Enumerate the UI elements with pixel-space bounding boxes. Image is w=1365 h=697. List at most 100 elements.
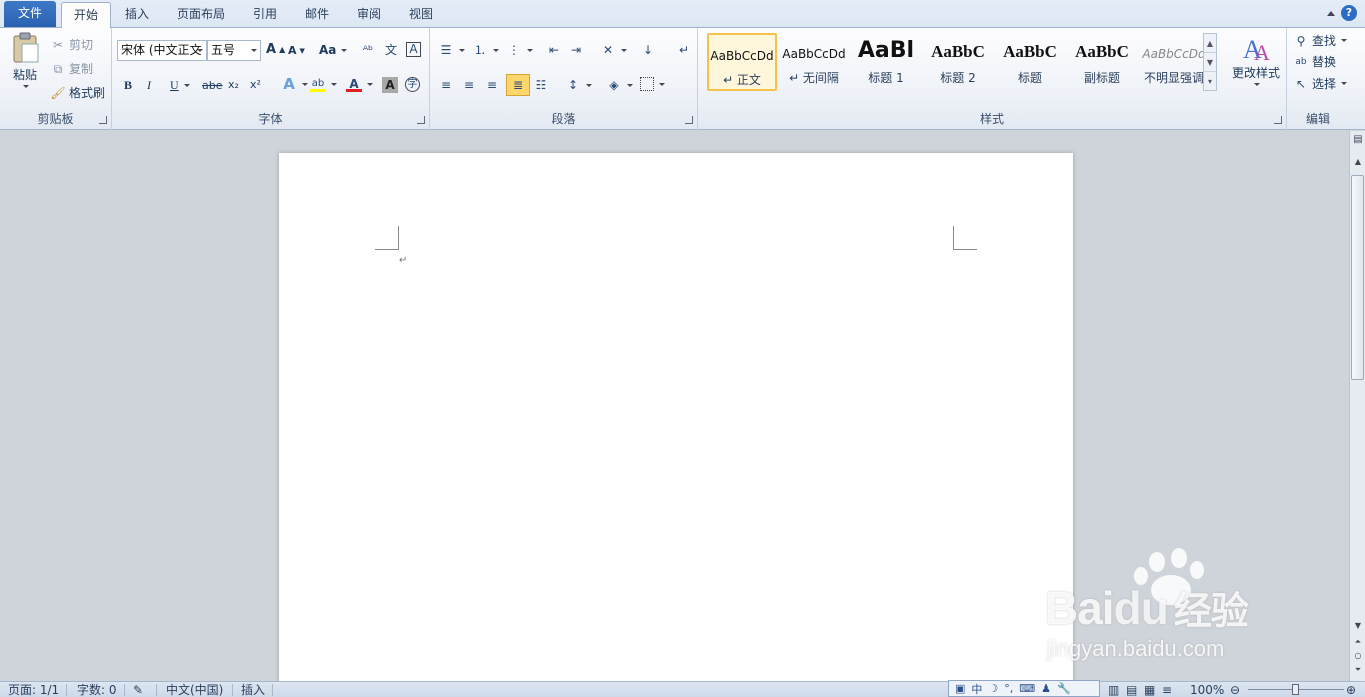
ime-logo-icon[interactable]: ▣	[955, 682, 965, 695]
help-icon[interactable]: ?	[1341, 5, 1357, 21]
style-heading-1[interactable]: AaBl 标题 1	[851, 33, 921, 91]
status-language[interactable]: 中文(中国)	[166, 683, 223, 697]
clear-formatting-button[interactable]: ᴬᵇ	[360, 42, 376, 58]
status-page[interactable]: 页面: 1/1	[8, 683, 59, 697]
superscript-button[interactable]: x²	[250, 78, 261, 91]
scroll-up-icon[interactable]: ▲	[1351, 155, 1365, 169]
strikethrough-button[interactable]: abe	[202, 79, 223, 92]
ime-user-icon[interactable]: ♟	[1041, 682, 1051, 695]
zoom-out-icon[interactable]: ⊖	[1230, 683, 1240, 697]
ime-settings-icon[interactable]: 🔧	[1057, 682, 1071, 695]
select-button[interactable]: ↖ 选择	[1293, 75, 1348, 92]
view-draft-icon[interactable]: ≡	[1162, 683, 1172, 697]
decrease-indent-button[interactable]: ⇤	[546, 42, 562, 58]
ime-punctuation-icon[interactable]: °,	[1004, 682, 1013, 695]
styles-launcher-icon[interactable]	[1274, 116, 1282, 124]
increase-indent-button[interactable]: ⇥	[568, 42, 584, 58]
align-right-button[interactable]: ≡	[484, 77, 500, 93]
style-normal[interactable]: AaBbCcDd ↵ 正文	[707, 33, 777, 91]
font-color-button[interactable]: A	[346, 76, 373, 92]
change-case-button[interactable]: Aa	[319, 43, 348, 57]
gallery-down-icon[interactable]: ▼	[1204, 53, 1216, 72]
line-spacing-button[interactable]: ↕	[565, 77, 592, 93]
character-shading-button[interactable]: A	[382, 77, 398, 93]
style-title[interactable]: AaBbC 标题	[995, 33, 1065, 91]
ruler-toggle-icon[interactable]: ▤	[1351, 133, 1365, 147]
grow-font-button[interactable]: A ▲	[266, 42, 285, 57]
find-button[interactable]: ⚲ 查找	[1293, 32, 1348, 49]
tab-view[interactable]: 视图	[397, 2, 445, 28]
style-no-spacing[interactable]: AaBbCcDd ↵ 无间隔	[779, 33, 849, 91]
browse-object-icon[interactable]: ○	[1351, 649, 1365, 663]
previous-page-icon[interactable]: ⏶	[1351, 635, 1365, 649]
document-page[interactable]: ↵	[279, 153, 1073, 681]
underline-button[interactable]: U	[170, 78, 190, 93]
sort-button[interactable]: ↓	[640, 42, 656, 58]
borders-button[interactable]	[640, 77, 665, 91]
bold-button[interactable]: B	[124, 78, 132, 93]
ime-halfwidth-icon[interactable]: ☽	[988, 682, 998, 695]
document-area[interactable]: ↵	[0, 131, 1349, 681]
multilevel-list-button[interactable]: ⋮	[506, 42, 533, 58]
character-border-button[interactable]: A	[406, 42, 421, 57]
font-launcher-icon[interactable]	[417, 116, 425, 124]
tab-references[interactable]: 引用	[241, 2, 289, 28]
numbering-button[interactable]: ⒈	[472, 42, 499, 58]
scroll-down-icon[interactable]: ▼	[1351, 619, 1365, 633]
scroll-thumb[interactable]	[1351, 175, 1364, 380]
tab-mailings[interactable]: 邮件	[293, 2, 341, 28]
italic-button[interactable]: I	[147, 78, 151, 93]
view-print-layout-icon[interactable]: ▥	[1108, 683, 1119, 697]
minimize-ribbon-icon[interactable]	[1327, 10, 1335, 16]
chinese-layout-button[interactable]: ✕	[600, 42, 627, 58]
distributed-button[interactable]: ☷	[533, 77, 549, 93]
phonetic-guide-button[interactable]: 文	[383, 42, 399, 58]
enclose-characters-button[interactable]: 字	[405, 77, 420, 92]
paragraph-launcher-icon[interactable]	[685, 116, 693, 124]
next-page-icon[interactable]: ⏷	[1351, 663, 1365, 677]
zoom-in-icon[interactable]: ⊕	[1346, 683, 1356, 697]
view-web-layout-icon[interactable]: ▦	[1144, 683, 1155, 697]
cut-button[interactable]: ✂ 剪切	[50, 36, 93, 53]
group-label-editing: 编辑	[1305, 112, 1330, 126]
tab-page-layout[interactable]: 页面布局	[165, 2, 237, 28]
tab-insert[interactable]: 插入	[113, 2, 161, 28]
shading-button[interactable]: ◈	[606, 77, 633, 93]
gallery-more-icon[interactable]: ▾	[1204, 72, 1216, 91]
tab-home[interactable]: 开始	[61, 2, 112, 29]
align-left-button[interactable]: ≡	[438, 77, 454, 93]
view-full-screen-icon[interactable]: ▤	[1126, 683, 1137, 697]
sort-icon: ↓	[642, 43, 654, 57]
bullets-button[interactable]: ☰	[438, 42, 465, 58]
tab-review[interactable]: 审阅	[345, 2, 393, 28]
highlight-button[interactable]: ab	[310, 76, 337, 92]
font-name-select[interactable]: 宋体 (中文正文	[117, 40, 207, 61]
gallery-up-icon[interactable]: ▲	[1204, 34, 1216, 53]
status-insert-mode[interactable]: 插入	[241, 683, 265, 697]
proofing-icon[interactable]: ✎	[133, 683, 143, 697]
show-marks-button[interactable]: ↵	[676, 42, 692, 58]
subscript-button[interactable]: x₂	[228, 78, 239, 91]
tab-file[interactable]: 文件	[4, 1, 56, 27]
shrink-font-button[interactable]: A ▼	[288, 44, 305, 57]
style-heading-2[interactable]: AaBbC 标题 2	[923, 33, 993, 91]
ime-keyboard-icon[interactable]: ⌨	[1019, 682, 1035, 695]
font-size-select[interactable]: 五号	[207, 40, 261, 61]
style-subtle-emphasis[interactable]: AaBbCcDd 不明显强调	[1139, 33, 1209, 91]
ime-mode-toggle[interactable]: 中	[971, 681, 982, 697]
change-styles-button[interactable]: A A 更改样式	[1228, 34, 1284, 86]
copy-button[interactable]: ⧉ 复制	[50, 60, 93, 77]
justify-button[interactable]: ≣	[506, 74, 530, 96]
replace-button[interactable]: ab 替换	[1293, 53, 1336, 70]
zoom-slider-thumb[interactable]	[1292, 684, 1299, 695]
align-center-button[interactable]: ≡	[461, 77, 477, 93]
format-painter-button[interactable]: 🖌 格式刷	[50, 84, 105, 101]
vertical-scrollbar[interactable]: ▤ ▲ ▼ ⏶ ○ ⏷	[1349, 131, 1365, 681]
zoom-level[interactable]: 100%	[1190, 683, 1224, 697]
text-effects-button[interactable]: A	[281, 76, 308, 92]
paste-button[interactable]: 粘贴	[8, 32, 42, 88]
style-subtitle[interactable]: AaBbC 副标题	[1067, 33, 1137, 91]
status-word-count[interactable]: 字数: 0	[77, 683, 117, 697]
styles-gallery-scroll[interactable]: ▲ ▼ ▾	[1203, 33, 1217, 91]
clipboard-launcher-icon[interactable]	[99, 116, 107, 124]
